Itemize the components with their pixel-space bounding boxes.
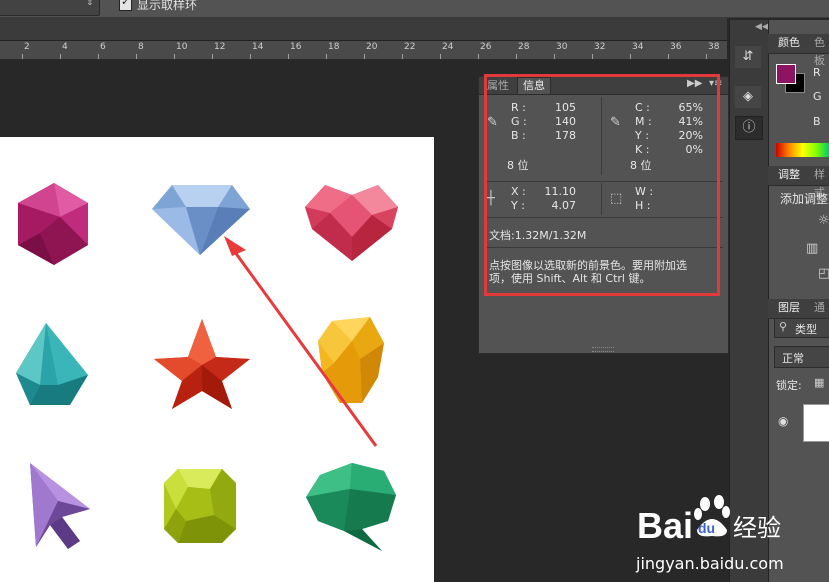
tab-swatches[interactable]: 色板	[810, 34, 829, 67]
tab-channels[interactable]: 通道	[810, 299, 829, 332]
layers-tabbar: 图层 通道	[768, 299, 829, 332]
highlight-box	[484, 74, 720, 296]
add-adjustment-label: 添加调整	[780, 192, 829, 206]
baidu-jingyan-logo: Bai du 经验	[609, 494, 809, 557]
tab-adjustments[interactable]: 调整	[774, 166, 804, 184]
eye-icon[interactable]: ◉	[778, 414, 788, 428]
brightness-icon[interactable]: ☼	[818, 213, 829, 228]
lock-label: 锁定:	[776, 379, 802, 392]
lock-transparency-icon[interactable]: ▦	[814, 376, 824, 389]
panel-resize-grip[interactable]	[592, 347, 614, 352]
search-icon: ⚲	[779, 320, 788, 333]
channel-g-label: G	[813, 90, 822, 103]
channel-r-label: R	[813, 66, 821, 79]
filter-kind-label: 类型	[795, 323, 817, 336]
watermark-url: jingyan.baidu.com	[636, 554, 784, 573]
svg-text:Bai: Bai	[637, 505, 693, 546]
collapse-dock-icon[interactable]: ◀◀	[755, 22, 769, 32]
color-ramp[interactable]	[776, 143, 829, 157]
layer-thumbnail[interactable]	[803, 404, 829, 442]
svg-text:经验: 经验	[733, 514, 781, 542]
3d-icon[interactable]: ◈	[735, 86, 761, 108]
blend-mode-value: 正常	[782, 352, 804, 365]
tab-styles[interactable]: 样式	[810, 166, 829, 199]
curves-icon[interactable]: ◰	[818, 266, 829, 281]
tab-layers[interactable]: 图层	[774, 299, 804, 317]
color-panel-tabbar: 颜色 色板	[768, 34, 829, 67]
tab-color[interactable]: 颜色	[774, 34, 804, 52]
adjustments-tabbar: 调整 样式	[768, 166, 829, 199]
levels-icon[interactable]: ▥	[806, 241, 818, 256]
channel-b-label: B	[813, 115, 821, 128]
history-icon[interactable]: ⇵	[735, 46, 761, 68]
svg-text:du: du	[698, 520, 715, 536]
info-icon[interactable]: ⓘ	[735, 116, 763, 140]
foreground-color-swatch[interactable]	[776, 64, 796, 84]
